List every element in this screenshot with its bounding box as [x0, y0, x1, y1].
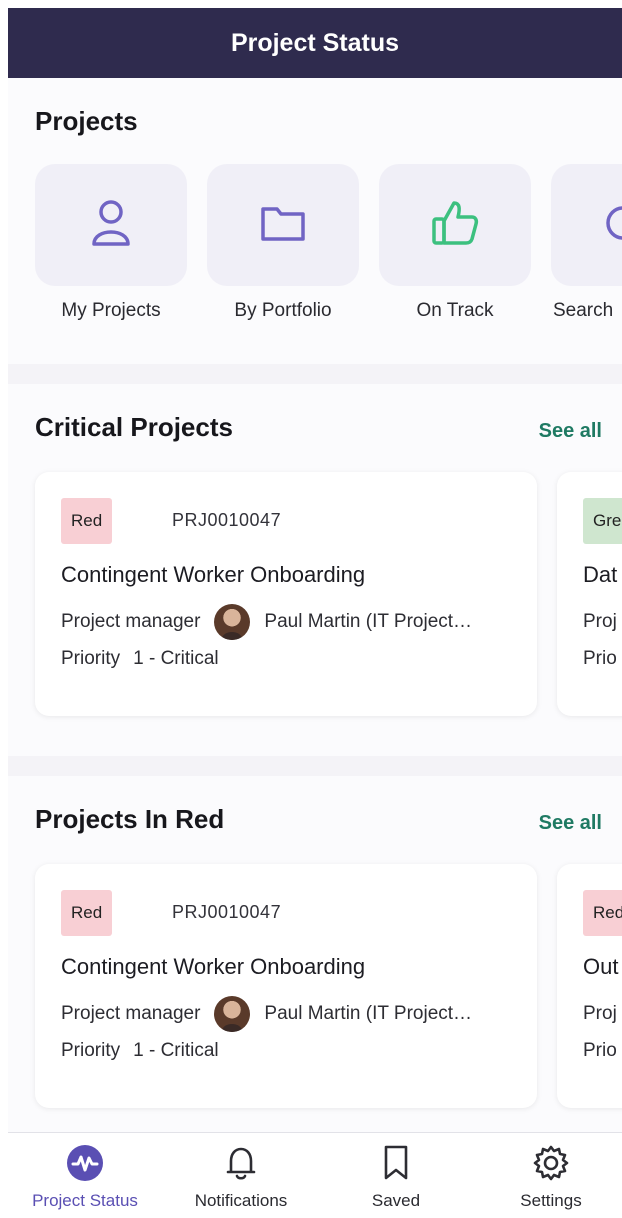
project-manager-row: Project manager Paul Martin (IT Project…: [61, 996, 490, 1032]
my-projects-label: My Projects: [61, 300, 161, 321]
tab-label: Saved: [371, 1191, 421, 1210]
status-badge: Red: [61, 890, 113, 936]
my-projects-button[interactable]: My Projects: [35, 164, 187, 322]
projects-section: Projects My Projects By Portfolio On Tra…: [8, 78, 622, 364]
project-number: PRJ0010047: [172, 902, 282, 922]
project-manager-label: Project manager: [61, 611, 201, 632]
project-manager-label: Proj: [583, 611, 617, 632]
thumbs-up-icon: [430, 199, 480, 252]
search-button[interactable]: Search: [551, 164, 622, 322]
project-number: PRJ0010047: [172, 510, 282, 530]
priority-label: Priority: [61, 1040, 121, 1061]
priority-value: 1 - Critical: [133, 648, 219, 669]
project-manager-label: Proj: [583, 1003, 617, 1024]
priority-row: Priority 1 - Critical: [61, 648, 219, 670]
gear-icon: [531, 1143, 571, 1183]
search-label: Search: [553, 300, 614, 321]
project-card-peek[interactable]: Gre Dat Proj Prio: [557, 472, 622, 716]
status-badge: Gre: [583, 498, 622, 544]
by-portfolio-button[interactable]: By Portfolio: [207, 164, 359, 322]
person-icon: [90, 198, 132, 253]
tab-project-status[interactable]: Project Status: [10, 1143, 160, 1211]
project-card-peek[interactable]: Red Out Proj Prio: [557, 864, 622, 1108]
projects-heading: Projects: [35, 106, 138, 136]
priority-value: 1 - Critical: [133, 1040, 219, 1061]
bottom-tab-bar: Project Status Notifications Saved Setti…: [8, 1132, 622, 1218]
red-see-all-link[interactable]: See all: [539, 812, 602, 835]
project-card[interactable]: Red PRJ0010047 Contingent Worker Onboard…: [35, 864, 537, 1108]
tab-label: Project Status: [32, 1191, 138, 1210]
project-manager-name: Paul Martin (IT Project…: [264, 1003, 473, 1024]
tab-settings[interactable]: Settings: [476, 1143, 622, 1211]
projects-in-red-section: Projects In Red See all Red PRJ0010047 C…: [8, 776, 622, 1132]
tab-saved[interactable]: Saved: [321, 1143, 471, 1211]
app-frame: Project Status Projects My Projects By P…: [8, 8, 622, 1218]
project-name: Out: [583, 954, 619, 979]
project-name: Dat: [583, 562, 618, 587]
page-title: Project Status: [230, 28, 400, 57]
project-manager-label: Project manager: [61, 1003, 201, 1024]
projects-in-red-heading: Projects In Red: [35, 804, 225, 834]
on-track-label: On Track: [416, 300, 494, 321]
priority-row: Priority 1 - Critical: [61, 1040, 219, 1062]
critical-see-all-link[interactable]: See all: [539, 420, 602, 443]
activity-icon: [65, 1143, 105, 1183]
status-badge: Red: [61, 498, 113, 544]
avatar: [214, 996, 251, 1032]
priority-label: Prio: [583, 1040, 617, 1061]
search-icon: [603, 203, 622, 248]
project-manager-name: Paul Martin (IT Project…: [264, 611, 473, 632]
project-name: Contingent Worker Onboarding: [61, 954, 366, 979]
by-portfolio-label: By Portfolio: [234, 300, 332, 321]
bookmark-icon: [376, 1143, 416, 1183]
tab-notifications[interactable]: Notifications: [166, 1143, 316, 1211]
project-card[interactable]: Red PRJ0010047 Contingent Worker Onboard…: [35, 472, 537, 716]
folder-icon: [259, 203, 307, 248]
on-track-button[interactable]: On Track: [379, 164, 531, 322]
avatar: [214, 604, 251, 640]
tab-label: Settings: [520, 1191, 582, 1210]
project-manager-row: Project manager Paul Martin (IT Project…: [61, 604, 490, 640]
tab-label: Notifications: [194, 1191, 288, 1210]
bell-icon: [221, 1143, 261, 1183]
priority-label: Prio: [583, 648, 617, 669]
priority-label: Priority: [61, 648, 121, 669]
status-badge: Red: [583, 890, 622, 936]
critical-projects-section: Critical Projects See all Red PRJ0010047…: [8, 384, 622, 756]
project-name: Contingent Worker Onboarding: [61, 562, 366, 587]
app-bar: Project Status: [8, 8, 622, 78]
critical-projects-heading: Critical Projects: [35, 412, 233, 442]
